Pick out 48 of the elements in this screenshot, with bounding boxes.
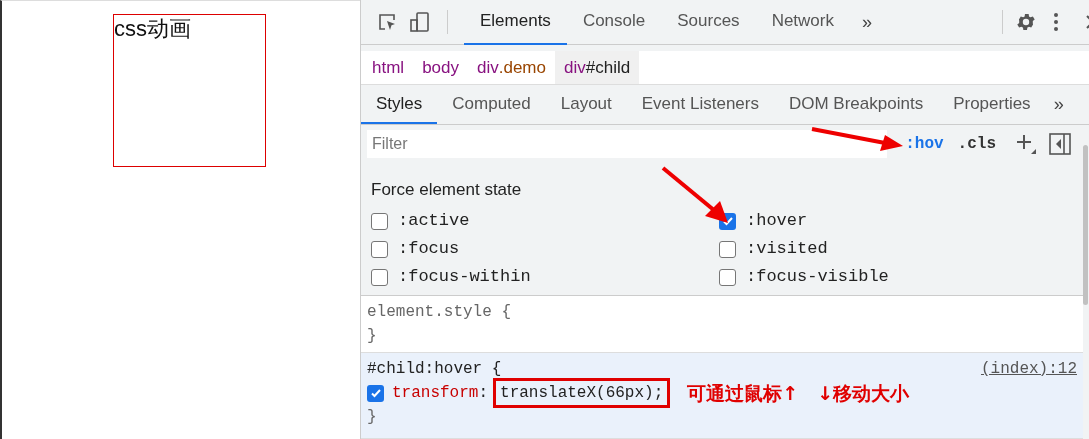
toggle-button[interactable]: .cls (950, 132, 1003, 156)
state-label: :focus-within (398, 266, 531, 289)
annotation-text: 可通过鼠标↑ ↓移动大小 (687, 381, 910, 405)
sidebar-toggle-icon[interactable] (1049, 133, 1071, 155)
device-icon[interactable] (409, 11, 431, 33)
property-name: transform: (392, 383, 489, 404)
styles-tab[interactable]: Properties (938, 85, 1046, 124)
rule-selector: element.style { (367, 302, 512, 323)
breadcrumb-item[interactable]: html (363, 51, 414, 84)
rule-brace: } (367, 407, 377, 428)
state-label: :focus-visible (746, 266, 889, 289)
more-tabs-button[interactable]: » (1045, 85, 1072, 124)
breadcrumb-item[interactable]: div.demo (468, 51, 555, 84)
add-icon[interactable] (1015, 133, 1037, 155)
checkbox[interactable] (371, 212, 388, 230)
state-label: :active (398, 210, 470, 233)
styles-tab[interactable]: Styles (361, 85, 438, 124)
source-link[interactable]: (index):12 (981, 357, 1077, 381)
check-icon (369, 387, 382, 399)
styles-tab[interactable]: DOM Breakpoints (773, 85, 939, 124)
breadcrumb-item[interactable]: div#child (555, 51, 640, 84)
section-title: Force element state (371, 179, 523, 201)
property-value: translateX(66px); (496, 381, 668, 405)
toggle-button[interactable]: :hov (898, 132, 951, 156)
styles-tab[interactable]: Layout (545, 85, 627, 124)
panel-tab[interactable]: Console (566, 0, 662, 45)
more-options-icon[interactable] (1053, 12, 1059, 32)
checkbox[interactable] (371, 240, 388, 258)
filter-field[interactable]: Filter (367, 130, 887, 158)
checkbox[interactable] (367, 384, 384, 402)
state-label: :visited (746, 238, 828, 261)
breadcrumb-item[interactable]: body (413, 51, 468, 84)
checkbox[interactable] (719, 240, 736, 258)
panel-tab[interactable]: Elements (464, 0, 567, 45)
settings-icon[interactable] (1015, 11, 1037, 33)
rule-brace: } (367, 326, 377, 347)
inspect-icon[interactable] (377, 12, 397, 32)
styles-tab[interactable]: Computed (437, 85, 546, 124)
rule-selector: #child:hover { (367, 359, 502, 380)
more-tabs-button[interactable]: » (850, 8, 884, 36)
checkbox[interactable] (719, 268, 736, 286)
state-label: :focus (398, 238, 460, 261)
styles-tab[interactable]: Event Listeners (626, 85, 774, 124)
demo-text: css动画 (114, 16, 191, 41)
checkbox[interactable] (371, 268, 388, 286)
panel-tab[interactable]: Sources (661, 0, 756, 45)
panel-tab[interactable]: Network (755, 0, 850, 45)
state-label: :hover (746, 210, 808, 233)
